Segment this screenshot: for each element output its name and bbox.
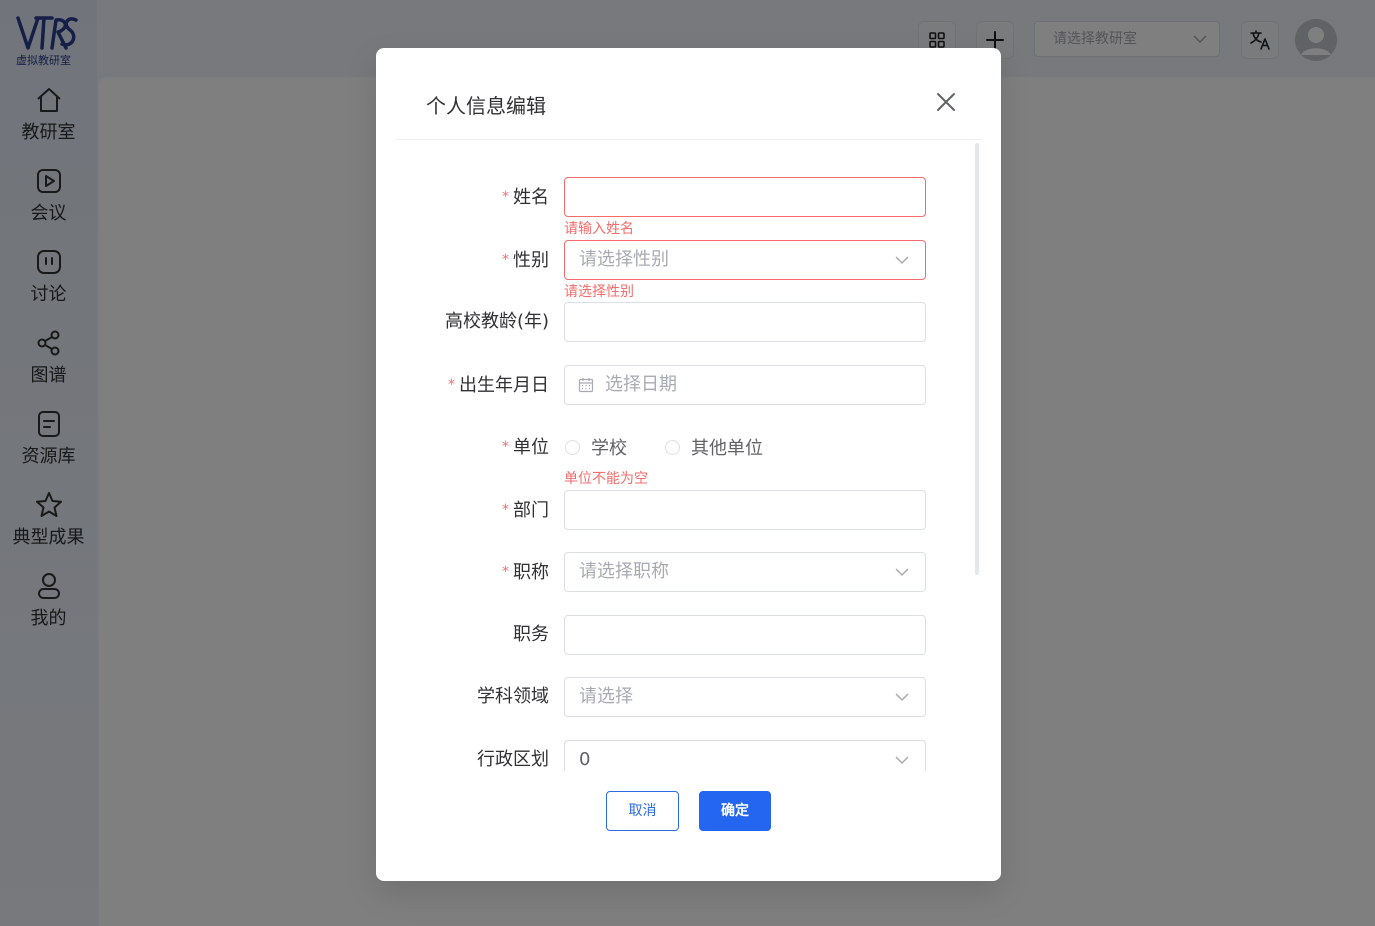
discipline-select[interactable]: 请选择	[564, 677, 926, 717]
required-mark: *	[502, 502, 509, 518]
birthday-placeholder: 选择日期	[605, 374, 677, 395]
calendar-icon	[578, 378, 594, 393]
region-label: 行政区划	[477, 749, 549, 770]
title-label: * 职称	[502, 562, 549, 583]
name-label: * 姓名	[502, 187, 549, 208]
title-select[interactable]: 请选择职称	[564, 552, 926, 592]
region-select[interactable]: 0	[564, 740, 926, 771]
form-row-birthday: * 出生年月日 选择日期	[376, 365, 1001, 405]
discipline-label: 学科领域	[477, 686, 549, 707]
radio-label: 学校	[591, 438, 627, 459]
profile-form: * 姓名 请输入姓名 * 性别 请选择性别 请选择性别 高校教龄(年) * 出生…	[376, 148, 1001, 771]
chevron-down-icon	[895, 256, 909, 265]
title-placeholder: 请选择职称	[579, 561, 669, 582]
unit-radio-school[interactable]: 学校	[565, 427, 627, 467]
name-error: 请输入姓名	[564, 221, 634, 237]
position-label: 职务	[513, 624, 549, 645]
gender-select[interactable]: 请选择性别	[564, 240, 926, 280]
chevron-down-icon	[895, 693, 909, 702]
form-row-region: 行政区划 0	[376, 740, 1001, 771]
discipline-placeholder: 请选择	[579, 686, 633, 707]
radio-label: 其他单位	[691, 438, 763, 459]
radio-circle	[565, 439, 580, 455]
department-input[interactable]	[564, 490, 926, 530]
form-row-gender: * 性别 请选择性别	[376, 240, 1001, 280]
teaching-years-input[interactable]	[564, 302, 926, 342]
form-row-position: 职务	[376, 615, 1001, 655]
gender-placeholder: 请选择性别	[579, 249, 669, 270]
birthday-date-picker[interactable]: 选择日期	[564, 365, 926, 405]
position-input[interactable]	[564, 615, 926, 655]
dialog-header-divider	[396, 139, 981, 140]
gender-label: * 性别	[502, 250, 549, 271]
name-input[interactable]	[564, 177, 926, 217]
required-mark: *	[502, 564, 509, 580]
required-mark: *	[502, 189, 509, 205]
department-label: * 部门	[502, 500, 549, 521]
profile-edit-dialog: 个人信息编辑 * 姓名 请输入姓名 * 性别 请选择性别 请选择性别 高校教龄(…	[376, 48, 1001, 881]
form-row-department: * 部门	[376, 490, 1001, 530]
form-row-name: * 姓名	[376, 177, 1001, 217]
form-row-discipline: 学科领域 请选择	[376, 677, 1001, 717]
form-row-unit: * 单位 学校 其他单位	[376, 427, 1001, 467]
required-mark: *	[502, 252, 509, 268]
teaching-years-label: 高校教龄(年)	[444, 311, 549, 332]
required-mark: *	[502, 439, 509, 455]
unit-radio-other[interactable]: 其他单位	[665, 427, 763, 467]
dialog-title: 个人信息编辑	[426, 94, 546, 118]
radio-circle	[665, 439, 680, 455]
required-mark: *	[448, 377, 455, 393]
chevron-down-icon	[895, 756, 909, 765]
birthday-label: * 出生年月日	[448, 375, 549, 396]
confirm-button[interactable]: 确定	[699, 791, 771, 831]
unit-label: * 单位	[502, 437, 549, 458]
region-value: 0	[579, 749, 591, 770]
form-row-teaching-years: 高校教龄(年)	[376, 302, 1001, 342]
unit-error: 单位不能为空	[564, 471, 648, 487]
close-icon[interactable]	[932, 88, 960, 116]
form-row-title: * 职称 请选择职称	[376, 552, 1001, 592]
chevron-down-icon	[895, 568, 909, 577]
gender-error: 请选择性别	[564, 284, 634, 300]
cancel-button[interactable]: 取消	[606, 791, 679, 831]
